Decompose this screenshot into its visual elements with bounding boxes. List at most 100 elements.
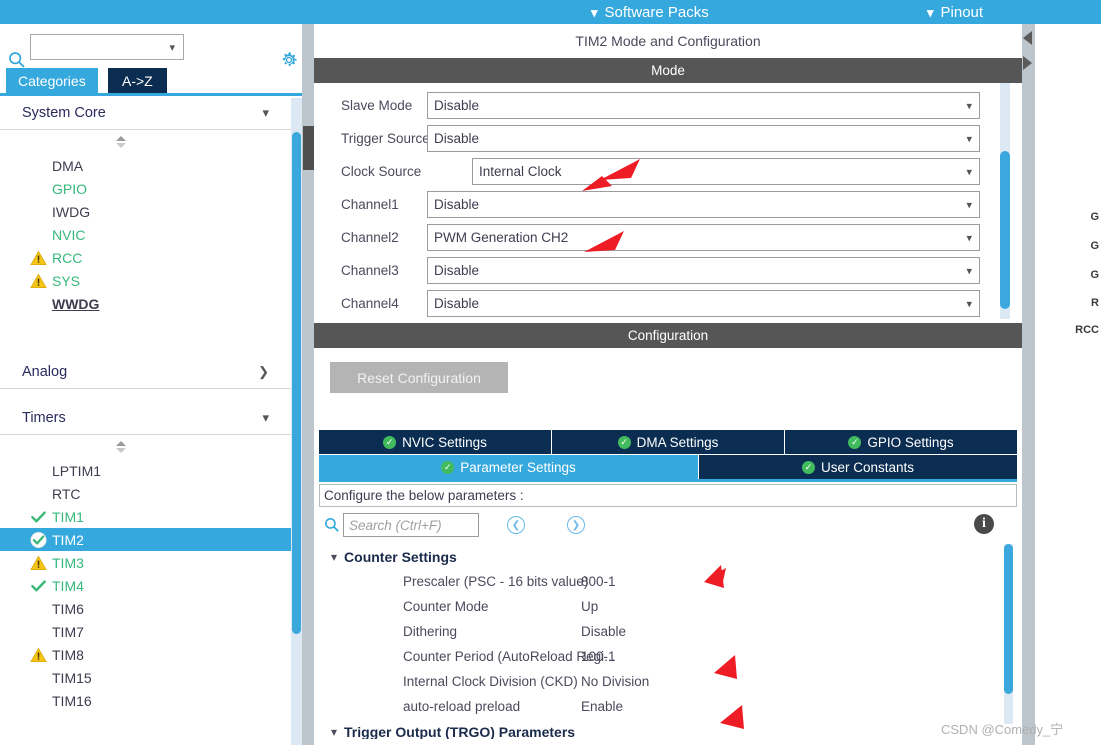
mode-scrollbar-thumb[interactable] [1000,151,1010,309]
menu-pinout[interactable]: ▾ Pinout [927,0,983,24]
tree-item-tim8[interactable]: TIM8 [0,643,291,666]
chevron-down-icon: ▾ [331,549,338,564]
parameter-search-row: Search (Ctrl+F) ❮ ❯ i [319,510,1017,542]
search-prev-button[interactable]: ❮ [507,516,525,534]
check-icon [31,579,46,591]
search-icon [9,52,25,68]
parameter-search-input[interactable]: Search (Ctrl+F) [343,513,479,537]
component-list-panel: ▾ Categories A->Z System Core ▾ DMA GPIO… [0,24,302,745]
left-panel-scrollbar-thumb[interactable] [292,132,301,634]
tree-group-system-core[interactable]: System Core ▾ [0,96,291,130]
search-next-button[interactable]: ❯ [567,516,585,534]
section-counter-settings[interactable]: ▾ Counter Settings [319,544,1017,569]
tree-scroll-spinner[interactable] [0,435,291,459]
tree-item-tim4[interactable]: TIM4 [0,574,291,597]
mode-label-channel4: Channel4 [341,296,399,311]
collapse-right-arrow-icon[interactable] [1023,56,1032,70]
select-trigger-source[interactable]: Disable ▾ [427,125,980,152]
tree-item-tim16[interactable]: TIM16 [0,689,291,712]
component-tree: System Core ▾ DMA GPIO IWDG NVIC RCC SYS… [0,96,291,745]
top-menu-bar: ▾ Software Packs ▾ Pinout [0,0,1101,24]
tree-item-lptim1[interactable]: LPTIM1 [0,459,291,482]
mode-row-channel1: Channel1 Disable ▾ [314,188,1022,221]
gear-icon[interactable] [279,50,299,70]
check-icon: ✓ [617,435,631,449]
tree-item-rcc[interactable]: RCC [0,246,291,269]
tree-item-tim2[interactable]: TIM2 [0,528,291,551]
component-search-combo[interactable]: ▾ [30,34,184,60]
tree-group-analog[interactable]: Analog ❯ [0,355,291,389]
tab-categories[interactable]: Categories [6,68,98,93]
chevron-down-icon: ▾ [169,41,175,54]
tab-parameter-settings[interactable]: ✓ Parameter Settings [319,455,699,479]
tree-item-tim1[interactable]: TIM1 [0,505,291,528]
section-trigger-output[interactable]: ▾ Trigger Output (TRGO) Parameters [319,719,1017,740]
param-row-counter-period[interactable]: Counter Period (AutoReload Regi... 100-1 [319,644,1017,669]
tab-gpio-settings[interactable]: ✓ GPIO Settings [785,430,1017,454]
select-channel3-value: Disable [434,263,480,278]
tree-item-rtc[interactable]: RTC [0,482,291,505]
menu-software-packs[interactable]: ▾ Software Packs [591,0,709,24]
chevron-down-icon: ▾ [966,166,972,178]
tree-item-gpio[interactable]: GPIO [0,177,291,200]
left-center-splitter-grip[interactable] [303,126,314,170]
collapse-left-arrow-icon[interactable] [1023,31,1032,45]
check-icon [31,510,46,522]
check-icon: ✓ [441,460,455,474]
tree-item-wwdg[interactable]: WWDG [0,292,291,315]
tree-item-sys[interactable]: SYS [0,269,291,292]
tree-item-iwdg[interactable]: IWDG [0,200,291,223]
select-channel2[interactable]: PWM Generation CH2 ▾ [427,224,980,251]
tree-item-tim3[interactable]: TIM3 [0,551,291,574]
mode-body: Slave Mode Disable ▾ Trigger Source Disa… [314,83,1022,323]
param-value-counter-mode: Up [581,599,599,614]
param-name-clock-division: Internal Clock Division (CKD) [403,674,578,689]
tree-item-dma[interactable]: DMA [0,154,291,177]
parameters-instruction: Configure the below parameters : [319,484,1017,507]
tab-nvic-settings[interactable]: ✓ NVIC Settings [319,430,552,454]
parameter-list-scrollbar-thumb[interactable] [1004,544,1013,694]
tab-user-constants[interactable]: ✓ User Constants [699,455,1017,479]
tab-dma-settings[interactable]: ✓ DMA Settings [552,430,785,454]
param-row-counter-mode[interactable]: Counter Mode Up [319,594,1017,619]
pinout-labels-panel: G G G R RCC [1035,24,1101,745]
component-list-tabs: Categories A->Z [0,68,302,96]
select-channel1[interactable]: Disable ▾ [427,191,980,218]
param-row-auto-reload-preload[interactable]: auto-reload preload Enable [319,694,1017,719]
info-icon[interactable]: i [974,514,994,534]
tree-item-label: TIM4 [52,577,84,594]
param-row-clock-division[interactable]: Internal Clock Division (CKD) No Divisio… [319,669,1017,694]
tree-item-tim15[interactable]: TIM15 [0,666,291,689]
tree-item-tim7[interactable]: TIM7 [0,620,291,643]
select-slave-mode[interactable]: Disable ▾ [427,92,980,119]
tab-a-to-z[interactable]: A->Z [108,68,167,93]
tree-scroll-spinner[interactable] [0,130,291,154]
tab-a-to-z-label: A->Z [122,72,153,89]
tree-item-label: RCC [52,249,83,266]
tree-item-label: TIM7 [52,623,84,640]
parameter-list: ▾ Counter Settings Prescaler (PSC - 16 b… [319,544,1017,740]
tree-item-label: WWDG [52,295,100,312]
config-tabstrip-row1: ✓ NVIC Settings ✓ DMA Settings ✓ GPIO Se… [319,430,1017,454]
tree-item-label: LPTIM1 [52,462,102,479]
chevron-down-icon: ▾ [966,133,972,145]
reset-configuration-button[interactable]: Reset Configuration [330,362,508,393]
select-channel3[interactable]: Disable ▾ [427,257,980,284]
select-clock-source[interactable]: Internal Clock ▾ [472,158,980,185]
tree-group-timers-label: Timers [22,409,66,426]
param-row-dithering[interactable]: Dithering Disable [319,619,1017,644]
watermark: CSDN @Comedy_宁 [941,722,1064,737]
tree-item-label: TIM3 [52,554,84,571]
tree-group-analog-label: Analog [22,363,68,380]
tree-item-label: TIM1 [52,508,84,525]
warning-icon [30,250,47,265]
tree-item-tim6[interactable]: TIM6 [0,597,291,620]
tree-group-timers[interactable]: Timers ▾ [0,401,291,435]
mode-label-clock-source: Clock Source [341,164,422,179]
center-right-splitter[interactable] [1022,24,1035,745]
check-icon: ✓ [848,435,862,449]
tree-item-nvic[interactable]: NVIC [0,223,291,246]
select-channel4[interactable]: Disable ▾ [427,290,980,317]
tree-group-system-core-label: System Core [22,104,106,121]
param-row-prescaler[interactable]: Prescaler (PSC - 16 bits value) 800-1 [319,569,1017,594]
